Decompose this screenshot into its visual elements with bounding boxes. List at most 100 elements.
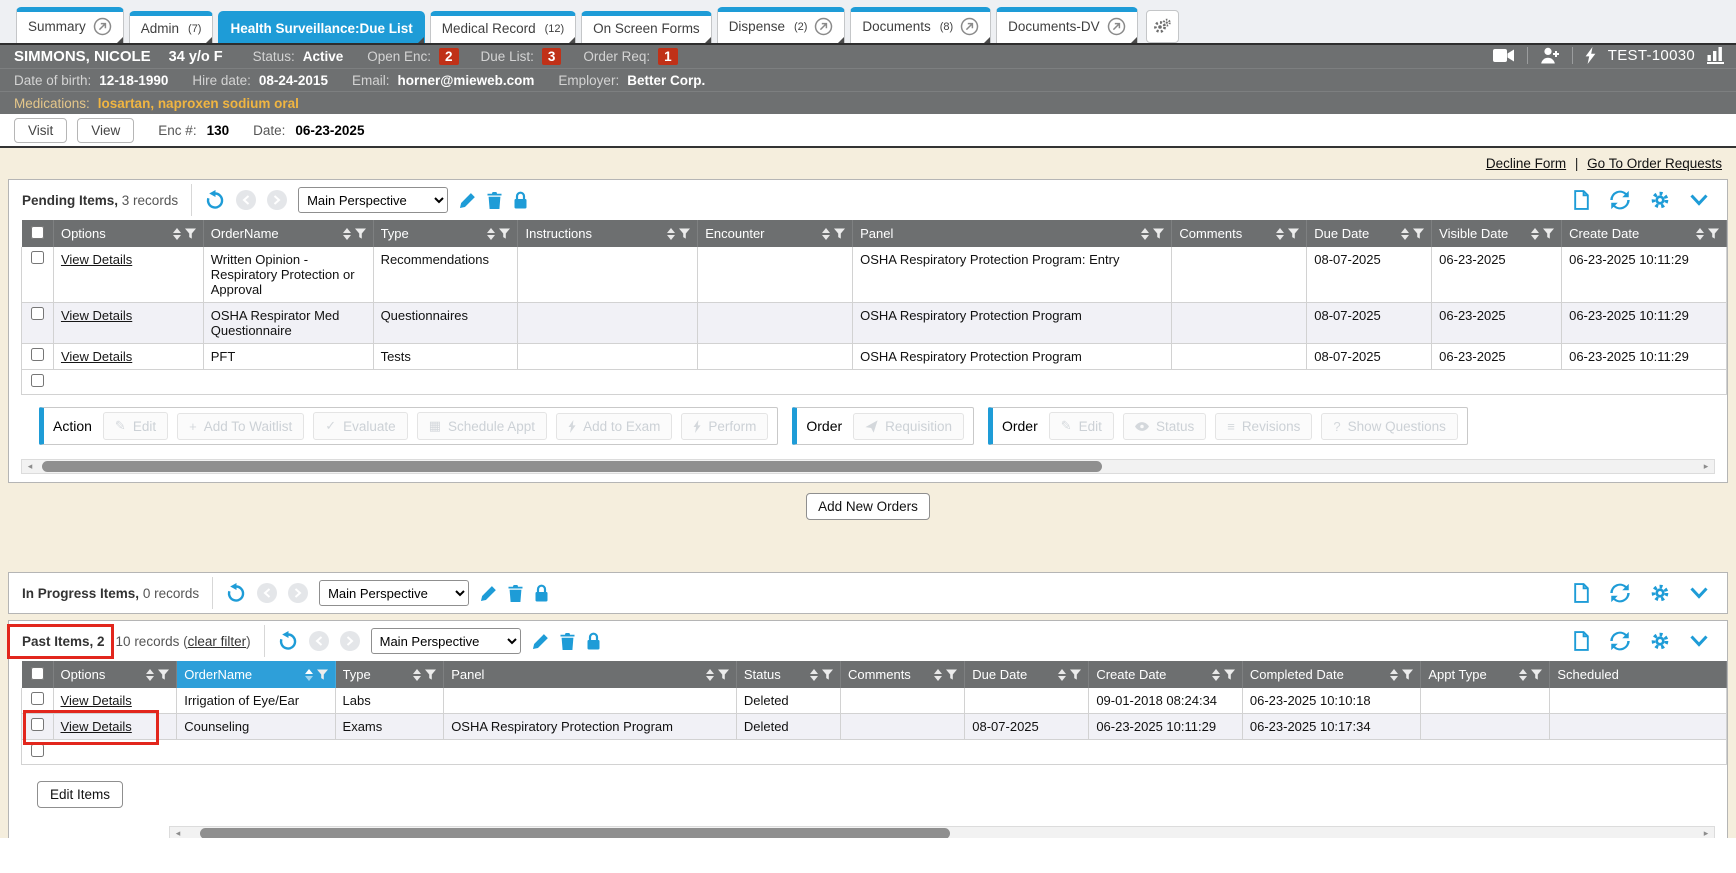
filter-funnel-icon[interactable] bbox=[1708, 228, 1719, 240]
sort-icon[interactable] bbox=[706, 669, 714, 681]
tab-summary[interactable]: Summary bbox=[16, 7, 124, 43]
filter-funnel-icon[interactable] bbox=[718, 669, 729, 681]
row-checkbox[interactable] bbox=[31, 744, 44, 757]
scrollbar-thumb[interactable] bbox=[42, 461, 1102, 472]
select-all-checkbox[interactable] bbox=[31, 226, 44, 239]
filter-funnel-icon[interactable] bbox=[425, 669, 436, 681]
perspective-select[interactable]: Main Perspective bbox=[298, 187, 448, 213]
medications-value[interactable]: losartan, naproxen sodium oral bbox=[98, 96, 299, 111]
delete-perspective-trash-icon[interactable] bbox=[560, 633, 575, 650]
collapse-chevron-down-icon[interactable] bbox=[1690, 194, 1708, 206]
column-header-panel[interactable]: Panel bbox=[444, 661, 737, 688]
sort-icon[interactable] bbox=[1519, 669, 1527, 681]
tab-admin[interactable]: Admin(7) bbox=[129, 11, 214, 43]
scrollbar-track[interactable] bbox=[38, 460, 1698, 473]
column-header-options[interactable]: Options bbox=[53, 220, 203, 247]
filter-funnel-icon[interactable] bbox=[1070, 669, 1081, 681]
filter-funnel-icon[interactable] bbox=[679, 228, 690, 240]
video-camera-icon[interactable] bbox=[1493, 48, 1515, 63]
column-header-comments[interactable]: Comments bbox=[840, 661, 964, 688]
filter-funnel-icon[interactable] bbox=[1531, 669, 1542, 681]
lock-perspective-icon[interactable] bbox=[513, 191, 528, 209]
tab-dispense[interactable]: Dispense(2) bbox=[717, 7, 846, 43]
sort-icon[interactable] bbox=[343, 228, 351, 240]
column-header-due-date[interactable]: Due Date bbox=[1307, 220, 1432, 247]
lock-perspective-icon[interactable] bbox=[534, 584, 549, 602]
sort-icon[interactable] bbox=[1058, 669, 1066, 681]
sort-icon[interactable] bbox=[1141, 228, 1149, 240]
person-add-icon[interactable] bbox=[1540, 47, 1560, 64]
column-header-create-date[interactable]: Create Date bbox=[1089, 661, 1243, 688]
column-header-due-date[interactable]: Due Date bbox=[965, 661, 1089, 688]
column-header-comments[interactable]: Comments bbox=[1172, 220, 1307, 247]
filter-funnel-icon[interactable] bbox=[834, 228, 845, 240]
tab-health-surveillance-due-list[interactable]: Health Surveillance:Due List bbox=[218, 11, 424, 43]
new-document-icon[interactable] bbox=[1573, 583, 1590, 603]
edit-perspective-pencil-icon[interactable] bbox=[459, 192, 476, 209]
flowsheet-chart-button[interactable] bbox=[1707, 47, 1724, 64]
refresh-icon[interactable] bbox=[1610, 583, 1630, 603]
edit-perspective-pencil-icon[interactable] bbox=[532, 633, 549, 650]
undo-icon[interactable] bbox=[205, 190, 225, 210]
filter-funnel-icon[interactable] bbox=[499, 228, 510, 240]
column-header-scheduled[interactable]: Scheduled bbox=[1550, 661, 1727, 688]
filter-funnel-icon[interactable] bbox=[946, 669, 957, 681]
sort-icon[interactable] bbox=[934, 669, 942, 681]
sort-icon[interactable] bbox=[1276, 228, 1284, 240]
view-details-link[interactable]: View Details bbox=[61, 719, 132, 734]
row-checkbox[interactable] bbox=[31, 307, 44, 320]
new-document-icon[interactable] bbox=[1573, 190, 1590, 210]
filter-funnel-icon[interactable] bbox=[1543, 228, 1554, 240]
collapse-chevron-down-icon[interactable] bbox=[1690, 587, 1708, 599]
lock-perspective-icon[interactable] bbox=[586, 632, 601, 650]
pending-horizontal-scrollbar[interactable]: ◂ ▸ bbox=[21, 459, 1715, 474]
sort-icon[interactable] bbox=[1696, 228, 1704, 240]
select-all-checkbox[interactable] bbox=[31, 667, 44, 680]
delete-perspective-trash-icon[interactable] bbox=[487, 192, 502, 209]
column-header-type[interactable]: Type bbox=[335, 661, 444, 688]
filter-funnel-icon[interactable] bbox=[1153, 228, 1164, 240]
sort-icon[interactable] bbox=[146, 669, 154, 681]
column-header-visible-date[interactable]: Visible Date bbox=[1432, 220, 1562, 247]
order-req-badge[interactable]: 1 bbox=[658, 48, 678, 65]
filter-funnel-icon[interactable] bbox=[355, 228, 366, 240]
column-header-completed-date[interactable]: Completed Date bbox=[1242, 661, 1421, 688]
tab-on-screen-forms[interactable]: On Screen Forms bbox=[581, 11, 712, 43]
filter-funnel-icon[interactable] bbox=[158, 669, 169, 681]
popout-icon[interactable] bbox=[1107, 17, 1126, 36]
add-new-orders-button[interactable]: Add New Orders bbox=[806, 493, 930, 520]
sort-icon[interactable] bbox=[1531, 228, 1539, 240]
lightning-bolt-icon[interactable] bbox=[1585, 47, 1596, 64]
popout-icon[interactable] bbox=[960, 17, 979, 36]
filter-funnel-icon[interactable] bbox=[1413, 228, 1424, 240]
filter-funnel-icon[interactable] bbox=[1402, 669, 1413, 681]
edit-perspective-pencil-icon[interactable] bbox=[480, 585, 497, 602]
collapse-chevron-down-icon[interactable] bbox=[1690, 635, 1708, 647]
row-checkbox[interactable] bbox=[31, 692, 44, 705]
view-details-link[interactable]: View Details bbox=[61, 349, 132, 364]
sort-icon[interactable] bbox=[822, 228, 830, 240]
view-details-link[interactable]: View Details bbox=[61, 252, 132, 267]
open-enc-badge[interactable]: 2 bbox=[439, 48, 459, 65]
sort-icon[interactable] bbox=[413, 669, 421, 681]
page-prev-button[interactable] bbox=[257, 583, 277, 603]
column-header-appt-type[interactable]: Appt Type bbox=[1421, 661, 1550, 688]
tab-documents[interactable]: Documents(8) bbox=[850, 7, 991, 43]
column-header-encounter[interactable]: Encounter bbox=[698, 220, 853, 247]
settings-gear-icon[interactable] bbox=[1650, 631, 1670, 651]
new-document-icon[interactable] bbox=[1573, 631, 1590, 651]
sort-icon[interactable] bbox=[810, 669, 818, 681]
filter-funnel-icon[interactable] bbox=[1288, 228, 1299, 240]
undo-icon[interactable] bbox=[278, 631, 298, 651]
page-prev-button[interactable] bbox=[236, 190, 256, 210]
refresh-icon[interactable] bbox=[1610, 190, 1630, 210]
column-header-status[interactable]: Status bbox=[736, 661, 840, 688]
edit-items-button[interactable]: Edit Items bbox=[37, 781, 123, 808]
column-header-ordername[interactable]: OrderName bbox=[203, 220, 373, 247]
sort-icon[interactable] bbox=[1212, 669, 1220, 681]
page-next-button[interactable] bbox=[267, 190, 287, 210]
perspective-select[interactable]: Main Perspective bbox=[319, 580, 469, 606]
sort-icon[interactable] bbox=[667, 228, 675, 240]
scroll-right-arrow[interactable]: ▸ bbox=[1698, 460, 1714, 473]
sort-icon[interactable] bbox=[487, 228, 495, 240]
